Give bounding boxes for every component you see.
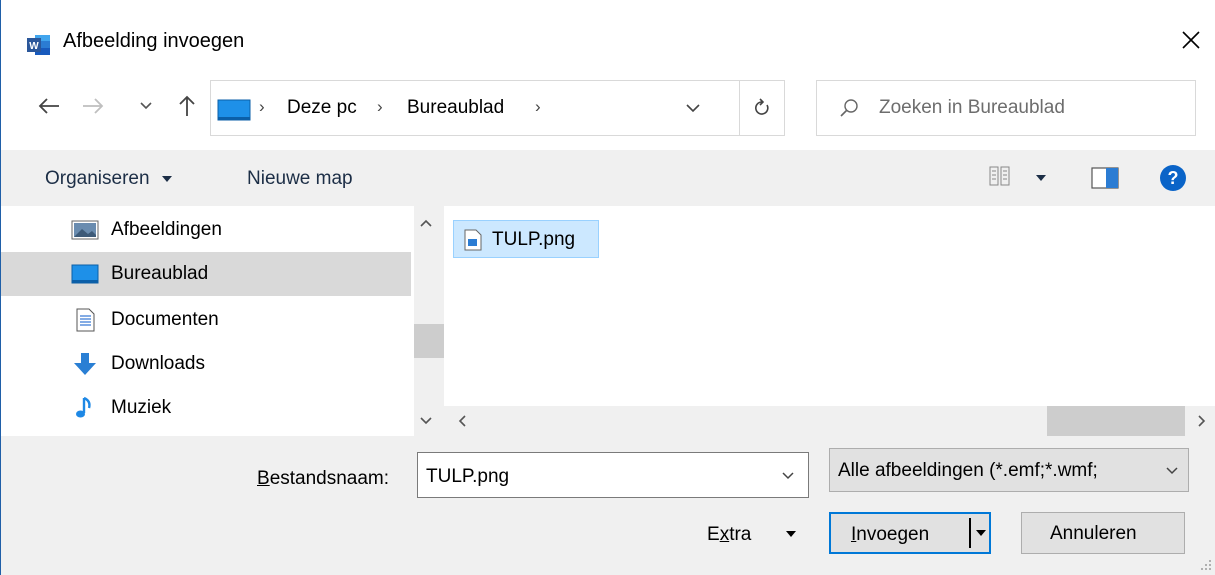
- insert-button-label: Invoegen: [851, 524, 930, 545]
- organize-button[interactable]: Organiseren: [45, 168, 173, 190]
- arrow-left-icon: [38, 98, 59, 114]
- filename-value[interactable]: TULP.png: [426, 466, 509, 488]
- refresh-icon: [754, 98, 769, 115]
- desktop-icon: [71, 264, 99, 284]
- up-button[interactable]: [173, 92, 201, 120]
- refresh-button[interactable]: [739, 80, 785, 136]
- svg-text:?: ?: [1168, 168, 1179, 188]
- file-type-filter-value: Alle afbeeldingen (*.emf;*.wmf;: [838, 460, 1098, 481]
- forward-button[interactable]: [79, 92, 107, 120]
- nav-item-desktop[interactable]: Bureaublad: [1, 252, 411, 296]
- nav-item-label: Downloads: [111, 353, 205, 374]
- recent-locations-button[interactable]: [137, 92, 155, 120]
- new-folder-button[interactable]: Nieuwe map: [247, 168, 353, 190]
- scroll-down-icon[interactable]: [419, 416, 433, 426]
- file-item-label: TULP.png: [492, 229, 576, 250]
- nav-item-label: Muziek: [111, 397, 172, 418]
- command-toolbar: Organiseren Nieuwe map ?: [1, 150, 1215, 206]
- search-box[interactable]: Zoeken in Bureaublad: [816, 80, 1196, 136]
- nav-item-label: Documenten: [111, 309, 219, 330]
- svg-text:W: W: [29, 41, 39, 52]
- image-file-icon: [464, 229, 482, 251]
- navigation-pane: Afbeeldingen Bureaublad Documenten Downl…: [1, 206, 411, 436]
- music-icon: [76, 396, 91, 418]
- pictures-icon: [71, 220, 99, 240]
- desktop-icon: [217, 99, 251, 121]
- chevron-down-icon[interactable]: [780, 467, 796, 483]
- filename-label: Bestandsnaam:: [257, 468, 390, 489]
- nav-pane-scrollbar-thumb[interactable]: [414, 324, 444, 358]
- insert-picture-dialog: W Afbeelding invoegen › Deze pc › Bureau…: [0, 0, 1215, 575]
- scroll-up-icon[interactable]: [419, 218, 433, 228]
- preview-pane-icon[interactable]: [1091, 167, 1119, 189]
- close-button[interactable]: [1173, 22, 1209, 58]
- file-type-filter-select[interactable]: Alle afbeeldingen (*.emf;*.wmf;: [829, 448, 1189, 492]
- insert-button[interactable]: Invoegen: [829, 512, 991, 554]
- documents-icon: [76, 308, 95, 332]
- scroll-left-icon[interactable]: [457, 414, 467, 428]
- caret-down-icon[interactable]: [975, 529, 987, 537]
- dialog-title: Afbeelding invoegen: [63, 30, 245, 52]
- breadcrumb-separator: ›: [259, 97, 265, 116]
- close-icon: [1182, 31, 1200, 49]
- file-item[interactable]: TULP.png: [453, 220, 599, 258]
- view-dropdown-icon[interactable]: [1035, 174, 1047, 182]
- filename-input[interactable]: TULP.png: [417, 452, 809, 498]
- cancel-button-label: Annuleren: [1050, 523, 1137, 544]
- insert-split-divider: [969, 518, 971, 548]
- nav-item-documents[interactable]: Documenten: [1, 298, 411, 342]
- nav-item-label: Afbeeldingen: [111, 219, 222, 240]
- breadcrumb-desktop[interactable]: Bureaublad: [407, 97, 504, 119]
- nav-item-music[interactable]: Muziek: [1, 386, 411, 430]
- organize-label: Organiseren: [45, 168, 150, 189]
- nav-item-pictures[interactable]: Afbeeldingen: [1, 208, 411, 252]
- file-list-scrollbar-thumb[interactable]: [1047, 406, 1185, 436]
- chevron-down-icon: [140, 102, 152, 110]
- word-icon: W: [27, 35, 50, 55]
- tools-button[interactable]: Extra: [707, 524, 751, 546]
- back-button[interactable]: [35, 92, 63, 120]
- chevron-down-icon: [1166, 467, 1178, 475]
- view-options-icon[interactable]: [989, 166, 1011, 186]
- content-area: Afbeeldingen Bureaublad Documenten Downl…: [1, 206, 1215, 436]
- scroll-right-icon[interactable]: [1197, 414, 1207, 428]
- nav-item-label: Bureaublad: [111, 263, 209, 284]
- address-bar[interactable]: › Deze pc › Bureaublad ›: [210, 80, 740, 136]
- caret-down-icon[interactable]: [785, 530, 797, 538]
- caret-down-icon: [161, 175, 172, 182]
- resize-grip-icon[interactable]: [1199, 558, 1213, 572]
- nav-pane-scrollbar[interactable]: [414, 206, 444, 436]
- downloads-icon: [74, 353, 96, 375]
- cancel-button[interactable]: Annuleren: [1021, 512, 1185, 554]
- breadcrumb-separator[interactable]: ›: [535, 97, 541, 117]
- breadcrumb-this-pc[interactable]: Deze pc: [287, 97, 357, 119]
- search-placeholder: Zoeken in Bureaublad: [879, 97, 1065, 118]
- title-bar: W Afbeelding invoegen: [1, 0, 1215, 72]
- search-icon: [840, 99, 858, 117]
- arrow-up-icon: [179, 95, 195, 116]
- help-icon[interactable]: ?: [1159, 164, 1187, 192]
- arrow-right-icon: [83, 98, 104, 114]
- address-dropdown-icon[interactable]: [683, 98, 703, 118]
- breadcrumb-separator[interactable]: ›: [377, 97, 383, 117]
- nav-item-downloads[interactable]: Downloads: [1, 342, 411, 386]
